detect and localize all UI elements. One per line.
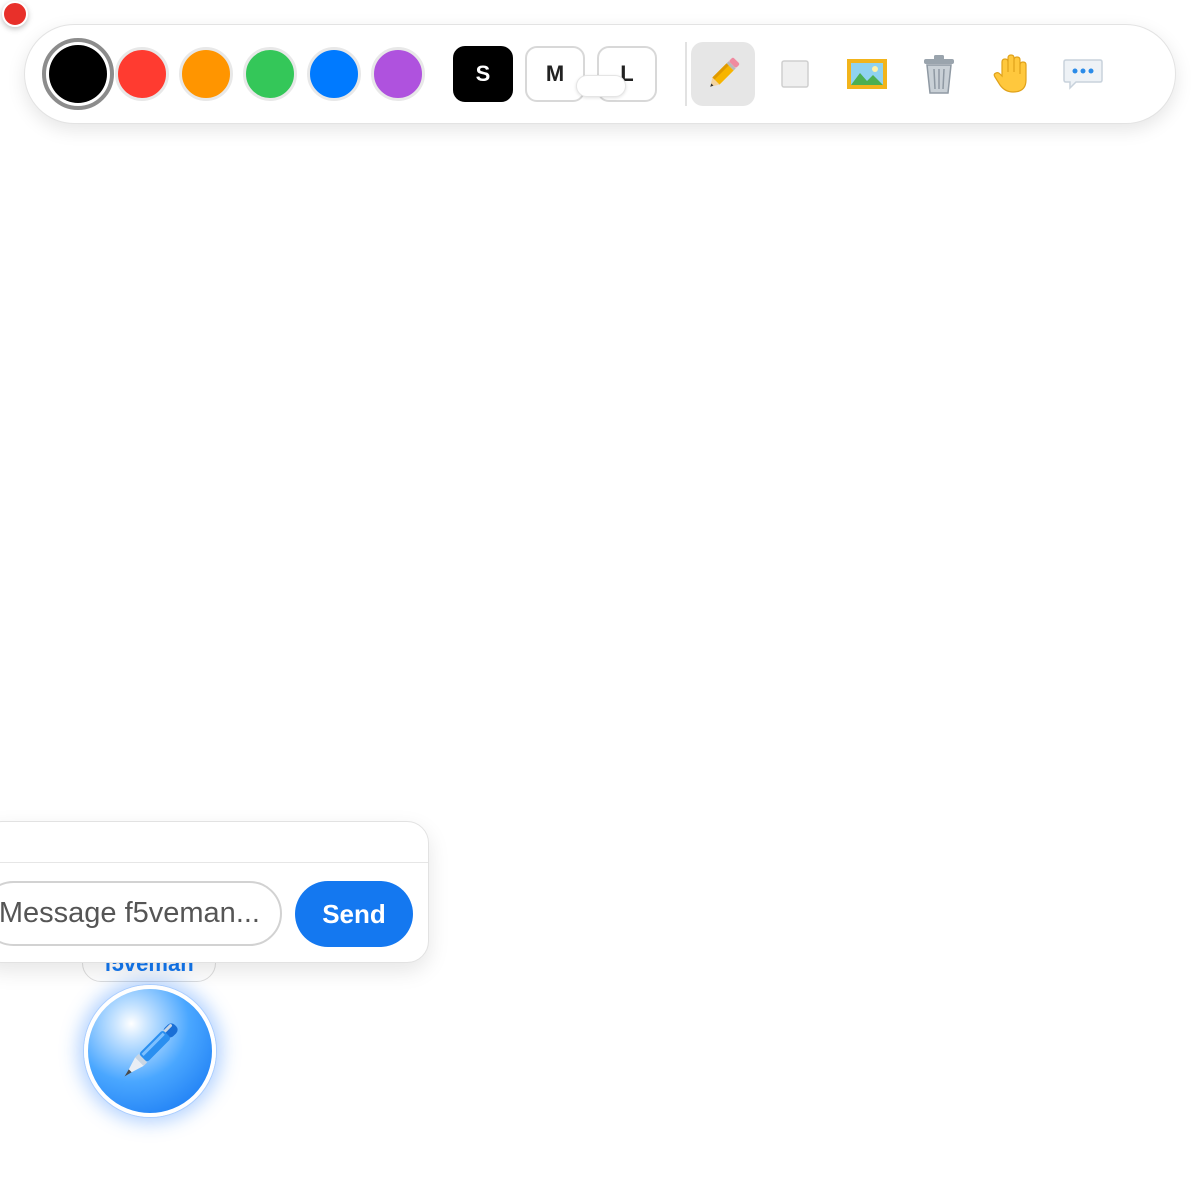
hand-icon [993,54,1027,93]
color-swatch-purple[interactable] [371,47,425,101]
color-swatch-red[interactable] [115,47,169,101]
pen-icon [124,1023,178,1077]
size-small-button[interactable]: S [453,46,513,102]
size-slider-handle[interactable] [576,75,626,97]
size-medium-button[interactable]: M [525,46,585,102]
chat-tool-button[interactable] [1051,42,1115,106]
trash-icon [924,55,954,94]
image-icon [847,59,887,89]
color-swatch-blue[interactable] [307,47,361,101]
eraser-tool-button[interactable] [763,42,827,106]
color-swatch-orange[interactable] [179,47,233,101]
pencil-icon [710,57,740,87]
image-tool-button[interactable] [835,42,899,106]
user-avatar[interactable] [84,985,216,1117]
send-button[interactable]: Send [295,881,413,947]
color-swatch-green[interactable] [243,47,297,101]
color-swatch-black[interactable] [42,38,114,110]
toolbar-divider [685,42,687,106]
eraser-icon [781,60,809,88]
status-dot [2,1,28,27]
chat-panel: Send [0,821,429,963]
hand-tool-button[interactable] [979,42,1043,106]
chat-header-divider [0,862,428,863]
trash-tool-button[interactable] [907,42,971,106]
pencil-tool-button[interactable] [691,42,755,106]
chat-icon [1063,59,1103,90]
chat-message-input[interactable] [0,881,282,946]
